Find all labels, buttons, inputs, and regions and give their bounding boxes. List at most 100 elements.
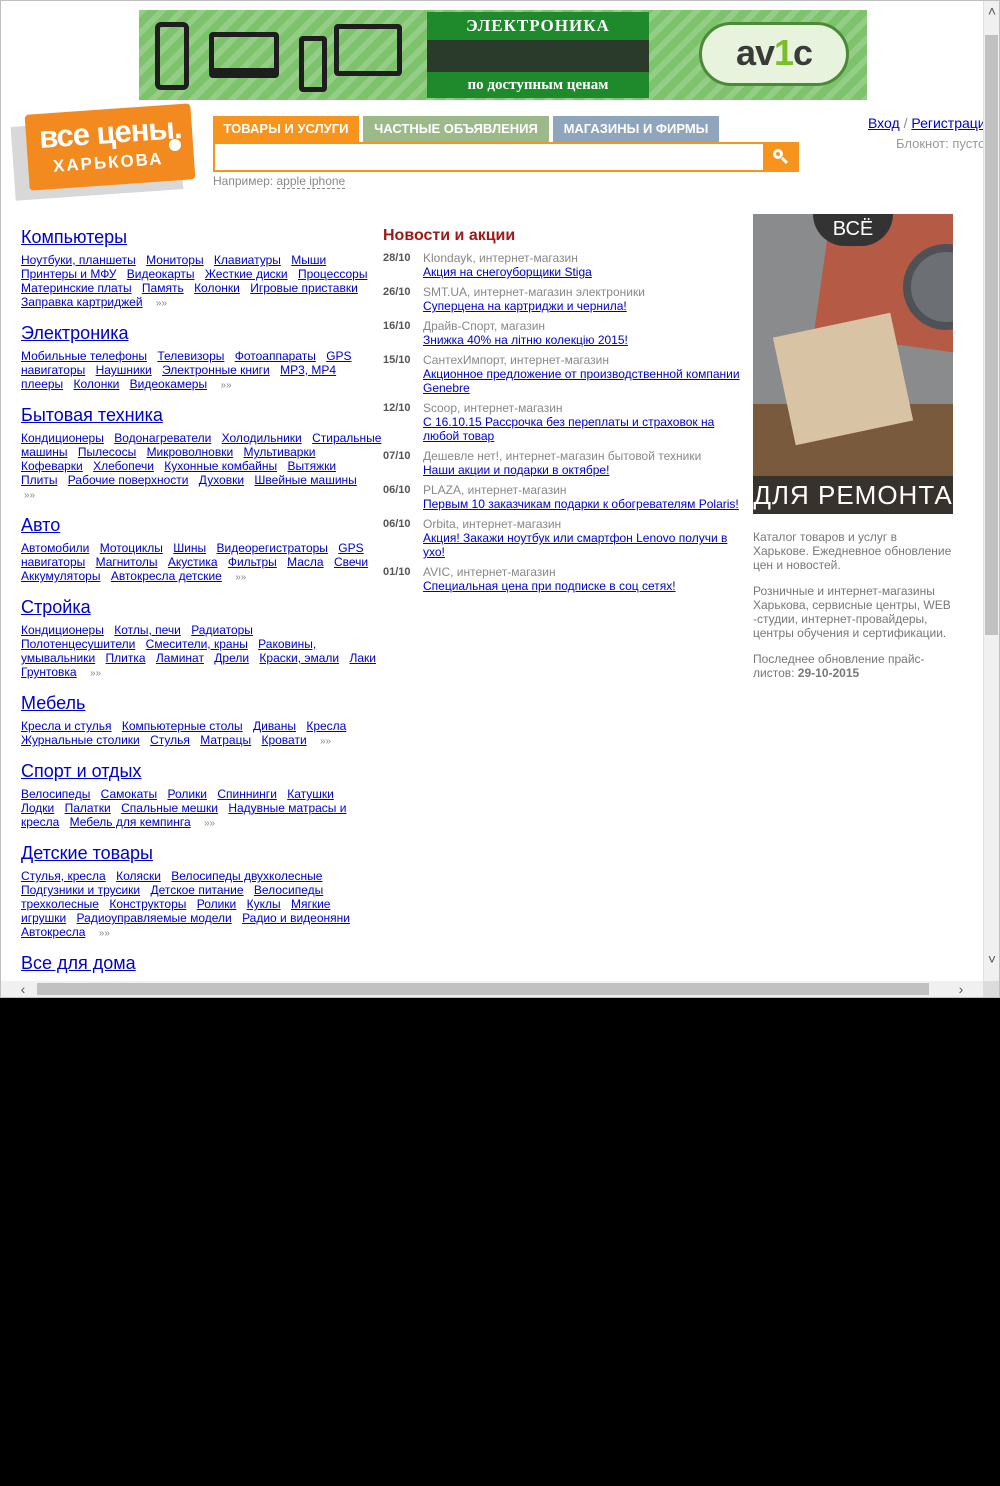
register-link[interactable]: Регистрация — [911, 115, 983, 131]
catalog-link[interactable]: Компьютерные столы — [122, 719, 243, 733]
catalog-link[interactable]: Самокаты — [101, 787, 157, 801]
catalog-section-title[interactable]: Детские товары — [21, 843, 383, 863]
catalog-link[interactable]: Стулья, кресла — [21, 869, 106, 883]
catalog-link[interactable]: Плиты — [21, 473, 57, 487]
catalog-link[interactable]: Полотенцесушители — [21, 637, 135, 651]
catalog-link[interactable]: Ноутбуки, планшеты — [21, 253, 136, 267]
catalog-link[interactable]: Краски, эмали — [259, 651, 339, 665]
catalog-link[interactable]: Пылесосы — [78, 445, 136, 459]
search-example-link[interactable]: apple iphone — [276, 174, 346, 189]
catalog-link[interactable]: Автомобили — [21, 541, 89, 555]
catalog-link[interactable]: Видеокамеры — [130, 377, 207, 391]
catalog-link[interactable]: Радиаторы — [191, 623, 253, 637]
catalog-link[interactable]: Видеокарты — [127, 267, 195, 281]
catalog-link[interactable]: Автокресла детские — [111, 569, 222, 583]
catalog-section-title[interactable]: Авто — [21, 515, 383, 535]
news-link[interactable]: Первым 10 заказчикам подарки к обогреват… — [423, 497, 745, 511]
catalog-link[interactable]: Конструкторы — [109, 897, 186, 911]
catalog-link[interactable]: Мультиварки — [243, 445, 315, 459]
catalog-link[interactable]: Игровые приставки — [250, 281, 358, 295]
catalog-link[interactable]: Хлебопечи — [93, 459, 154, 473]
more-link[interactable]: »» — [90, 668, 101, 679]
catalog-link[interactable]: Аккумуляторы — [21, 569, 100, 583]
catalog-link[interactable]: Ламинат — [156, 651, 204, 665]
login-link[interactable]: Вход — [868, 115, 900, 131]
horizontal-scroll-thumb[interactable] — [37, 983, 929, 995]
catalog-link[interactable]: Стулья — [150, 733, 190, 747]
more-link[interactable]: »» — [220, 380, 231, 391]
catalog-link[interactable]: Ролики — [197, 897, 237, 911]
catalog-link[interactable]: Телевизоры — [157, 349, 224, 363]
catalog-section-title[interactable]: Стройка — [21, 597, 383, 617]
catalog-link[interactable]: Материнские платы — [21, 281, 132, 295]
catalog-link[interactable]: Катушки — [287, 787, 334, 801]
catalog-link[interactable]: Духовки — [199, 473, 244, 487]
catalog-link[interactable]: Колонки — [74, 377, 120, 391]
news-link[interactable]: Суперцена на картриджи и чернила! — [423, 299, 745, 313]
catalog-link[interactable]: Лаки — [349, 651, 376, 665]
catalog-link[interactable]: Вытяжки — [287, 459, 336, 473]
catalog-link[interactable]: Акустика — [168, 555, 218, 569]
catalog-link[interactable]: Автокресла — [21, 925, 85, 939]
search-input[interactable] — [215, 144, 763, 170]
catalog-link[interactable]: Палатки — [65, 801, 111, 815]
news-link[interactable]: Акция! Закажи ноутбук или смартфон Lenov… — [423, 531, 745, 559]
catalog-link[interactable]: Рабочие поверхности — [68, 473, 189, 487]
tab-shops-firms[interactable]: МАГАЗИНЫ И ФИРМЫ — [553, 116, 719, 142]
vertical-scroll-thumb[interactable] — [985, 35, 998, 635]
catalog-link[interactable]: Видеорегистраторы — [217, 541, 328, 555]
catalog-link[interactable]: Кондиционеры — [21, 431, 104, 445]
catalog-section-title[interactable]: Спорт и отдых — [21, 761, 383, 781]
catalog-link[interactable]: Жесткие диски — [205, 267, 288, 281]
news-link[interactable]: Специальная цена при подписке в соц сетя… — [423, 579, 745, 593]
catalog-link[interactable]: Велосипеды двухколесные — [171, 869, 322, 883]
scroll-right-icon[interactable]: › — [953, 981, 969, 997]
more-link[interactable]: »» — [235, 572, 246, 583]
catalog-link[interactable]: Спальные мешки — [121, 801, 218, 815]
catalog-link[interactable]: Принтеры и МФУ — [21, 267, 116, 281]
site-logo[interactable]: все цены. ХАРЬКОВА — [10, 103, 196, 201]
catalog-link[interactable]: Кофеварки — [21, 459, 83, 473]
notepad-status[interactable]: Блокнот: пусто — [896, 136, 983, 151]
catalog-link[interactable]: Радио и видеоняни — [242, 911, 350, 925]
catalog-link[interactable]: Свечи — [334, 555, 368, 569]
news-link[interactable]: Акционное предложение от производственно… — [423, 367, 745, 395]
catalog-link[interactable]: Кресла и стулья — [21, 719, 112, 733]
catalog-section-title[interactable]: Все для дома — [21, 953, 383, 973]
catalog-link[interactable]: Наушники — [96, 363, 152, 377]
catalog-link[interactable]: Клавиатуры — [214, 253, 281, 267]
vertical-scrollbar[interactable]: ˄ ˅ — [983, 1, 999, 981]
catalog-link[interactable]: Фотоаппараты — [235, 349, 316, 363]
catalog-link[interactable]: Спиннинги — [217, 787, 277, 801]
catalog-link[interactable]: Диваны — [253, 719, 296, 733]
catalog-link[interactable]: Кондиционеры — [21, 623, 104, 637]
tab-goods-services[interactable]: ТОВАРЫ И УСЛУГИ — [213, 116, 359, 142]
more-link[interactable]: »» — [99, 928, 110, 939]
catalog-link[interactable]: Кухонные комбайны — [164, 459, 277, 473]
catalog-link[interactable]: Кровати — [261, 733, 306, 747]
catalog-link[interactable]: Подгузники и трусики — [21, 883, 140, 897]
catalog-section-title[interactable]: Мебель — [21, 693, 383, 713]
scroll-up-icon[interactable]: ˄ — [984, 3, 999, 19]
catalog-link[interactable]: Водонагреватели — [114, 431, 211, 445]
catalog-link[interactable]: Смесители, краны — [146, 637, 248, 651]
catalog-link[interactable]: Мыши — [291, 253, 326, 267]
catalog-link[interactable]: Ролики — [167, 787, 207, 801]
catalog-link[interactable]: Журнальные столики — [21, 733, 140, 747]
top-banner-ad[interactable]: ЭЛЕКТРОНИКА по доступным ценам av1c — [139, 10, 867, 100]
catalog-link[interactable]: Швейные машины — [254, 473, 356, 487]
catalog-link[interactable]: Лодки — [21, 801, 54, 815]
catalog-section-title[interactable]: Бытовая техника — [21, 405, 383, 425]
side-banner-ad[interactable]: ВСЁ ДЛЯ РЕМОНТА — [753, 214, 953, 514]
news-link[interactable]: Знижка 40% на літню колекцію 2015! — [423, 333, 745, 347]
catalog-link[interactable]: Велосипеды — [21, 787, 90, 801]
catalog-section-title[interactable]: Компьютеры — [21, 227, 383, 247]
catalog-link[interactable]: Заправка картриджей — [21, 295, 143, 309]
catalog-link[interactable]: Кресла — [306, 719, 346, 733]
catalog-link[interactable]: Электронные книги — [162, 363, 270, 377]
catalog-link[interactable]: Процессоры — [298, 267, 368, 281]
catalog-link[interactable]: Память — [142, 281, 184, 295]
search-button[interactable] — [763, 144, 797, 170]
catalog-section-title[interactable]: Электроника — [21, 323, 383, 343]
more-link[interactable]: »» — [156, 298, 167, 309]
